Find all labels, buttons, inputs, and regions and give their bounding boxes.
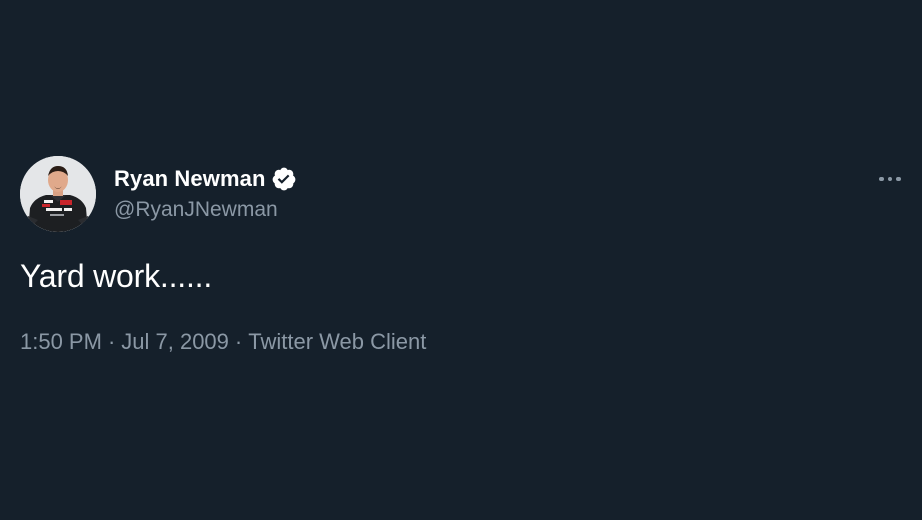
tweet-meta: 1:50 PM · Jul 7, 2009 · Twitter Web Client (20, 329, 426, 355)
more-options-icon[interactable] (874, 168, 906, 190)
author-avatar[interactable] (20, 156, 96, 232)
meta-separator: · (107, 329, 116, 354)
author-display-name[interactable]: Ryan Newman (114, 166, 265, 192)
meta-separator: · (234, 329, 243, 354)
tweet-card: Ryan Newman @RyanJNewman Yard work......… (0, 0, 922, 520)
author-handle[interactable]: @RyanJNewman (114, 198, 278, 222)
more-dot (879, 176, 884, 182)
verified-badge-icon (271, 166, 297, 192)
more-dot (887, 176, 893, 182)
tweet-time[interactable]: 1:50 PM (20, 329, 102, 354)
avatar-photo-icon (20, 156, 96, 232)
tweet-date[interactable]: Jul 7, 2009 (121, 329, 229, 354)
more-dot (896, 176, 901, 182)
author-name-row: Ryan Newman (114, 165, 297, 193)
tweet-text: Yard work...... (20, 258, 213, 294)
tweet-source[interactable]: Twitter Web Client (248, 329, 426, 354)
